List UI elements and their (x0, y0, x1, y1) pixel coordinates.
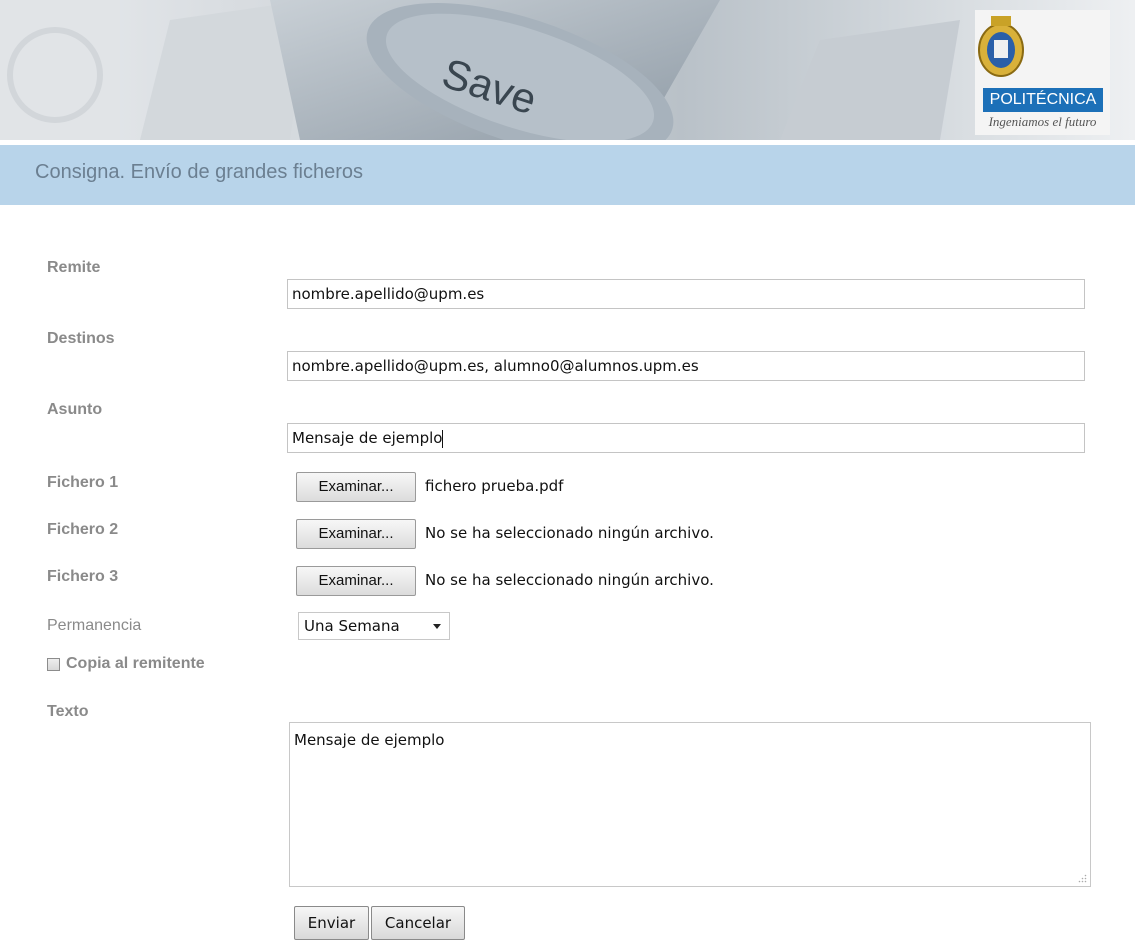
fichero3-status: No se ha seleccionado ningún archivo. (425, 571, 714, 589)
texto-label: Texto (47, 703, 89, 720)
remite-value: nombre.apellido@upm.es (292, 285, 485, 303)
remite-input[interactable]: nombre.apellido@upm.es (287, 279, 1085, 309)
remite-label: Remite (47, 259, 101, 276)
destinos-input[interactable]: nombre.apellido@upm.es, alumno0@alumnos.… (287, 351, 1085, 381)
texto-textarea[interactable]: Mensaje de ejemplo (289, 722, 1091, 887)
fichero2-browse-button[interactable]: Examinar... (296, 519, 416, 549)
header-banner: Save POLITÉCNICA Ingeniamos el futuro (0, 0, 1135, 140)
fichero1-status: fichero prueba.pdf (425, 477, 564, 495)
copia-label[interactable]: Copia al remitente (66, 655, 205, 673)
texto-value: Mensaje de ejemplo (294, 731, 445, 749)
fichero3-browse-button[interactable]: Examinar... (296, 566, 416, 596)
destinos-label: Destinos (47, 330, 115, 347)
chevron-down-icon (433, 624, 441, 629)
page-title: Consigna. Envío de grandes ficheros (35, 161, 363, 183)
permanencia-value: Una Semana (304, 617, 400, 635)
resize-grip-icon[interactable] (1078, 874, 1087, 883)
text-caret (442, 429, 444, 448)
brand-label: POLITÉCNICA (983, 88, 1103, 112)
keyboard-banner-image: Save (0, 0, 960, 140)
fichero1-label: Fichero 1 (47, 474, 119, 491)
title-bar: Consigna. Envío de grandes ficheros (0, 145, 1135, 205)
copia-checkbox[interactable] (47, 658, 60, 671)
fichero2-status: No se ha seleccionado ningún archivo. (425, 524, 714, 542)
upm-logo: POLITÉCNICA Ingeniamos el futuro (975, 10, 1110, 135)
university-seal-icon (978, 16, 1024, 77)
enviar-button[interactable]: Enviar (294, 906, 369, 940)
destinos-value: nombre.apellido@upm.es, alumno0@alumnos.… (292, 357, 699, 375)
fichero2-label: Fichero 2 (47, 521, 119, 538)
cancelar-button[interactable]: Cancelar (371, 906, 465, 940)
asunto-input[interactable]: Mensaje de ejemplo (287, 423, 1085, 453)
asunto-value: Mensaje de ejemplo (292, 429, 443, 447)
permanencia-label: Permanencia (47, 617, 142, 634)
brand-motto: Ingeniamos el futuro (988, 114, 1097, 129)
fichero1-browse-button[interactable]: Examinar... (296, 472, 416, 502)
permanencia-select[interactable]: Una Semana (298, 612, 450, 640)
fichero3-label: Fichero 3 (47, 568, 119, 585)
asunto-label: Asunto (47, 401, 103, 418)
